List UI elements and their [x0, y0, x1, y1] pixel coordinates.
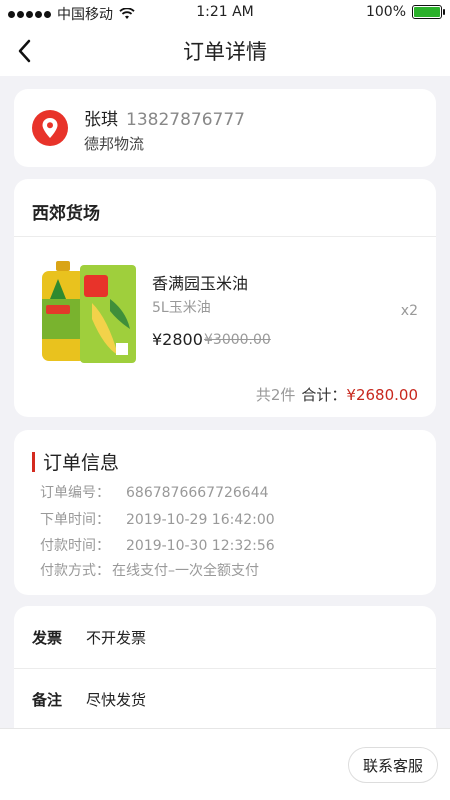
total-label: 合计： — [301, 386, 347, 404]
battery-group: 100% — [365, 4, 445, 20]
info-label: 订单编号： — [40, 485, 110, 501]
order-time-row: 下单时间： 2019-10-29 16:42:00 — [40, 509, 275, 529]
order-summary: 共2件 合计：¥2680.00 — [256, 384, 418, 405]
page-title: 订单详情 — [183, 40, 267, 64]
status-bar: 中国移动 1:21 AM 100% — [0, 0, 450, 26]
nav-bar: 订单详情 — [0, 26, 450, 76]
product-quantity: x2 — [400, 303, 418, 319]
battery-percent: 100% — [365, 4, 406, 20]
bottom-bar: 联系客服 — [0, 728, 450, 800]
recipient-phone: 13827876777 — [126, 110, 245, 130]
order-number: 6867876667726644 — [126, 485, 269, 501]
invoice-label: 发票 — [32, 628, 63, 647]
recipient-line: 张琪 13827876777 — [84, 105, 245, 130]
order-number-row: 订单编号： 6867876667726644 — [40, 482, 269, 502]
accent-bar — [32, 451, 35, 472]
chevron-left-icon — [18, 39, 31, 63]
location-pin-icon — [32, 110, 68, 146]
recipient-name: 张琪 — [84, 110, 118, 130]
product-spec: 5L玉米油 — [152, 300, 211, 316]
shop-name[interactable]: 西郊货场 — [14, 179, 436, 237]
remark-row[interactable]: 备注 尽快发货 — [14, 668, 436, 730]
back-button[interactable] — [10, 36, 40, 66]
pay-time-row: 付款时间： 2019-10-30 12:32:56 — [40, 535, 275, 555]
address-card[interactable]: 张琪 13827876777 德邦物流 — [14, 89, 436, 167]
order-info-header: 订单信息 — [32, 448, 119, 475]
info-label: 付款方式： — [40, 563, 110, 579]
invoice-value: 不开发票 — [86, 628, 147, 647]
info-label: 下单时间： — [40, 512, 110, 528]
extras-card: 发票 不开发票 备注 尽快发货 — [14, 606, 436, 736]
battery-icon — [412, 5, 445, 19]
remark-value: 尽快发货 — [86, 691, 147, 709]
contact-service-button[interactable]: 联系客服 — [348, 747, 438, 783]
shop-card: 西郊货场 香满园玉米油 5L玉米油 x2 ¥2800 ¥3000.00 共2件合… — [14, 179, 436, 417]
address-line: 德邦物流 — [84, 135, 145, 153]
pay-method-row: 付款方式： 在线支付–一次全额支付 — [40, 560, 259, 580]
invoice-row[interactable]: 发票 不开发票 — [14, 606, 436, 668]
order-time: 2019-10-29 16:42:00 — [126, 512, 275, 528]
order-info-title: 订单信息 — [43, 452, 120, 474]
item-count: 共2件 — [255, 386, 296, 404]
pay-time: 2019-10-30 12:32:56 — [126, 538, 275, 554]
total-amount: ¥2680.00 — [346, 386, 418, 404]
pay-method: 在线支付–一次全额支付 — [112, 563, 259, 579]
info-label: 付款时间： — [40, 538, 110, 554]
product-title[interactable]: 香满园玉米油 — [152, 270, 248, 294]
product-original-price: ¥3000.00 — [204, 332, 271, 348]
product-price: ¥2800 — [152, 330, 203, 349]
product-image[interactable] — [36, 259, 138, 367]
remark-label: 备注 — [32, 691, 63, 709]
order-info-card: 订单信息 订单编号： 6867876667726644 下单时间： 2019-10-… — [14, 430, 436, 595]
battery-fill — [414, 7, 440, 17]
